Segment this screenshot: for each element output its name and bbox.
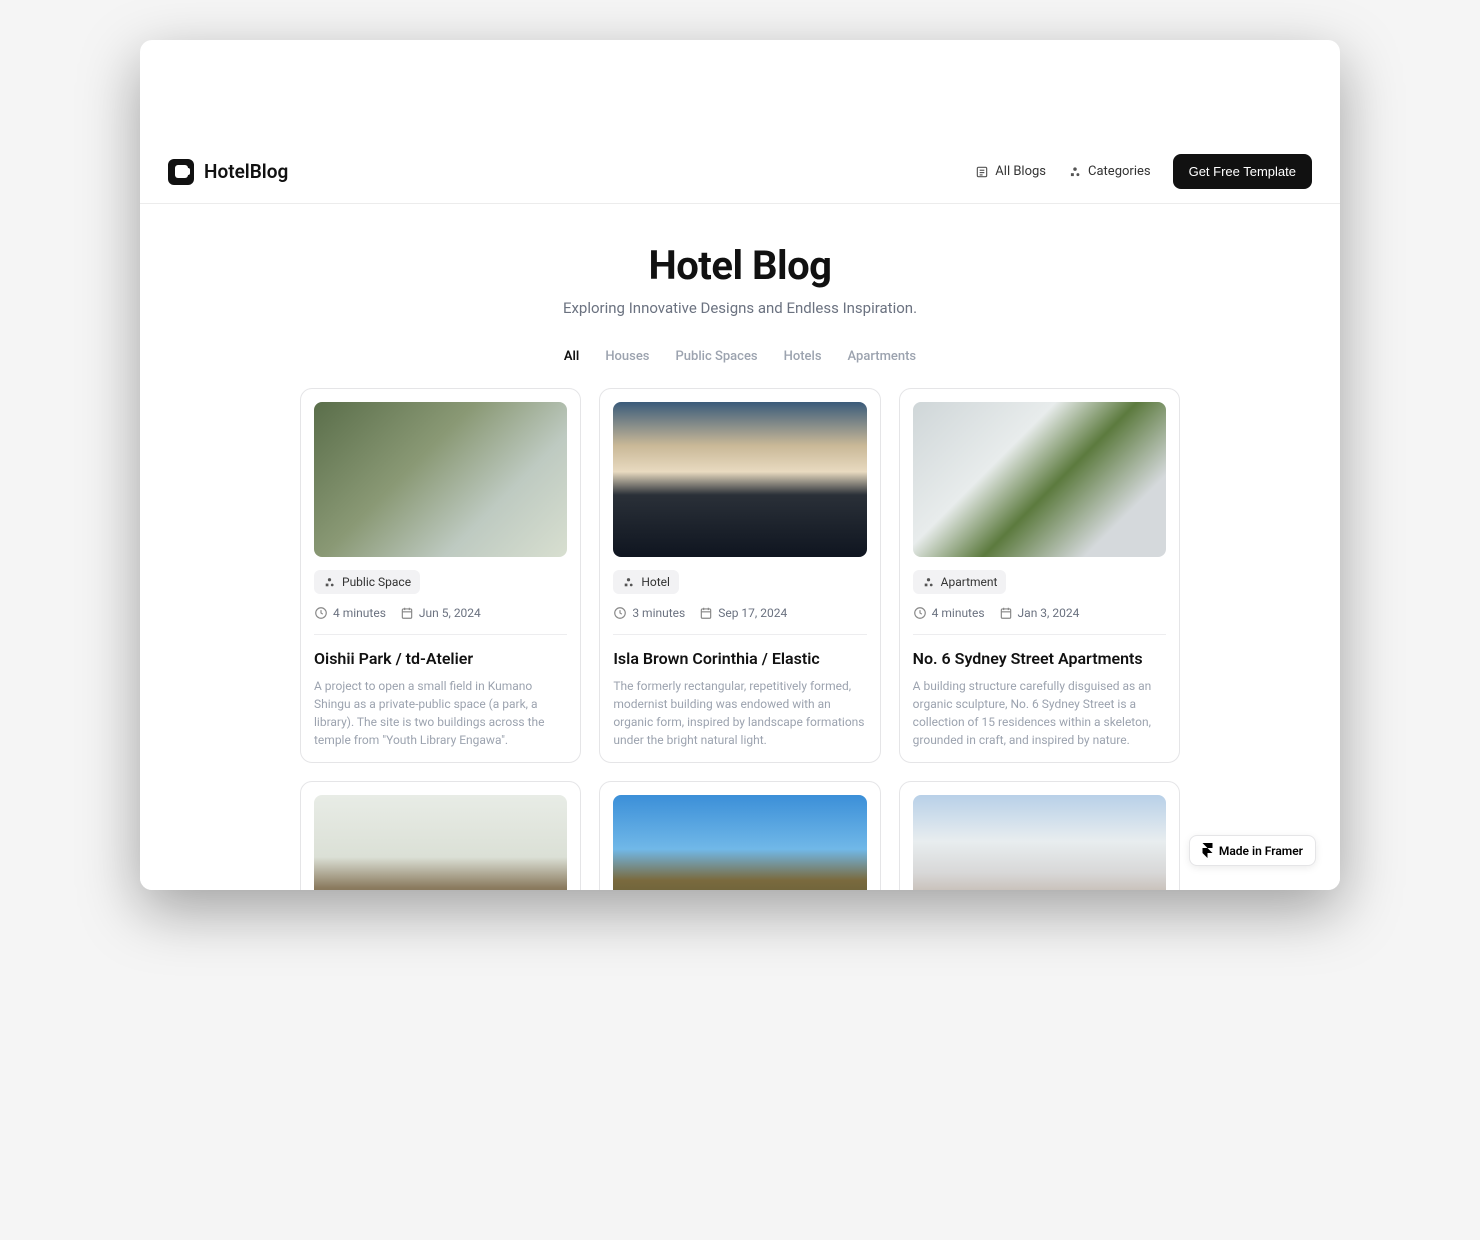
publish-date: Jun 5, 2024: [400, 606, 481, 620]
tab-public-spaces[interactable]: Public Spaces: [676, 349, 758, 364]
clock-icon: [913, 606, 927, 620]
page-subtitle: Exploring Innovative Designs and Endless…: [160, 299, 1320, 317]
publish-date: Jan 3, 2024: [999, 606, 1080, 620]
badge-label: Public Space: [342, 575, 411, 589]
badge-label: Hotel: [641, 575, 670, 589]
category-tabs: All Houses Public Spaces Hotels Apartmen…: [140, 343, 1340, 388]
card-title: Isla Brown Corinthia / Elastic: [613, 649, 866, 669]
card-meta: 4 minutes Jan 3, 2024: [913, 606, 1166, 635]
blog-card[interactable]: [300, 781, 581, 890]
clock-icon: [613, 606, 627, 620]
tab-houses[interactable]: Houses: [605, 349, 649, 364]
calendar-icon: [999, 606, 1013, 620]
card-grid: Public Space 4 minutes Jun 5, 2024 Oishi…: [140, 388, 1340, 890]
card-description: The formerly rectangular, repetitively f…: [613, 677, 866, 749]
site-header: HotelBlog All Blogs Categories Get Free …: [140, 140, 1340, 204]
get-template-button[interactable]: Get Free Template: [1173, 154, 1312, 189]
card-image: [314, 795, 567, 890]
hero: Hotel Blog Exploring Innovative Designs …: [140, 204, 1340, 343]
read-time: 4 minutes: [314, 606, 386, 620]
logo-icon: [168, 159, 194, 185]
category-badge: Public Space: [314, 570, 420, 594]
nav-all-blogs-label: All Blogs: [995, 164, 1046, 179]
blog-card[interactable]: Apartment 4 minutes Jan 3, 2024 No. 6 Sy…: [899, 388, 1180, 763]
framer-icon: [1202, 843, 1213, 858]
shapes-icon: [922, 576, 935, 589]
clock-icon: [314, 606, 328, 620]
read-time: 4 minutes: [913, 606, 985, 620]
blog-card[interactable]: Hotel 3 minutes Sep 17, 2024 Isla Brown …: [599, 388, 880, 763]
card-image: [913, 402, 1166, 557]
nav-all-blogs[interactable]: All Blogs: [975, 164, 1046, 179]
card-image: [613, 795, 866, 890]
card-title: Oishii Park / td-Atelier: [314, 649, 567, 669]
nav-categories[interactable]: Categories: [1068, 164, 1151, 179]
page-title: Hotel Blog: [160, 242, 1320, 289]
category-badge: Apartment: [913, 570, 1007, 594]
brand-name: HotelBlog: [204, 160, 288, 183]
publish-date: Sep 17, 2024: [699, 606, 787, 620]
framer-badge-label: Made in Framer: [1219, 844, 1303, 858]
shapes-icon: [323, 576, 336, 589]
category-badge: Hotel: [613, 570, 679, 594]
card-description: A project to open a small field in Kuman…: [314, 677, 567, 749]
tab-hotels[interactable]: Hotels: [784, 349, 822, 364]
badge-label: Apartment: [941, 575, 998, 589]
card-meta: 3 minutes Sep 17, 2024: [613, 606, 866, 635]
calendar-icon: [400, 606, 414, 620]
tab-all[interactable]: All: [564, 349, 579, 364]
tab-apartments[interactable]: Apartments: [848, 349, 917, 364]
main-nav: All Blogs Categories Get Free Template: [975, 154, 1312, 189]
card-title: No. 6 Sydney Street Apartments: [913, 649, 1166, 669]
card-description: A building structure carefully disguised…: [913, 677, 1166, 749]
calendar-icon: [699, 606, 713, 620]
card-image: [613, 402, 866, 557]
nav-categories-label: Categories: [1088, 164, 1151, 179]
blog-card[interactable]: [899, 781, 1180, 890]
shapes-icon: [1068, 165, 1082, 179]
card-meta: 4 minutes Jun 5, 2024: [314, 606, 567, 635]
read-time: 3 minutes: [613, 606, 685, 620]
blog-card[interactable]: [599, 781, 880, 890]
card-image: [913, 795, 1166, 890]
list-icon: [975, 165, 989, 179]
shapes-icon: [622, 576, 635, 589]
framer-badge[interactable]: Made in Framer: [1189, 835, 1316, 866]
card-image: [314, 402, 567, 557]
brand[interactable]: HotelBlog: [168, 159, 288, 185]
blog-card[interactable]: Public Space 4 minutes Jun 5, 2024 Oishi…: [300, 388, 581, 763]
